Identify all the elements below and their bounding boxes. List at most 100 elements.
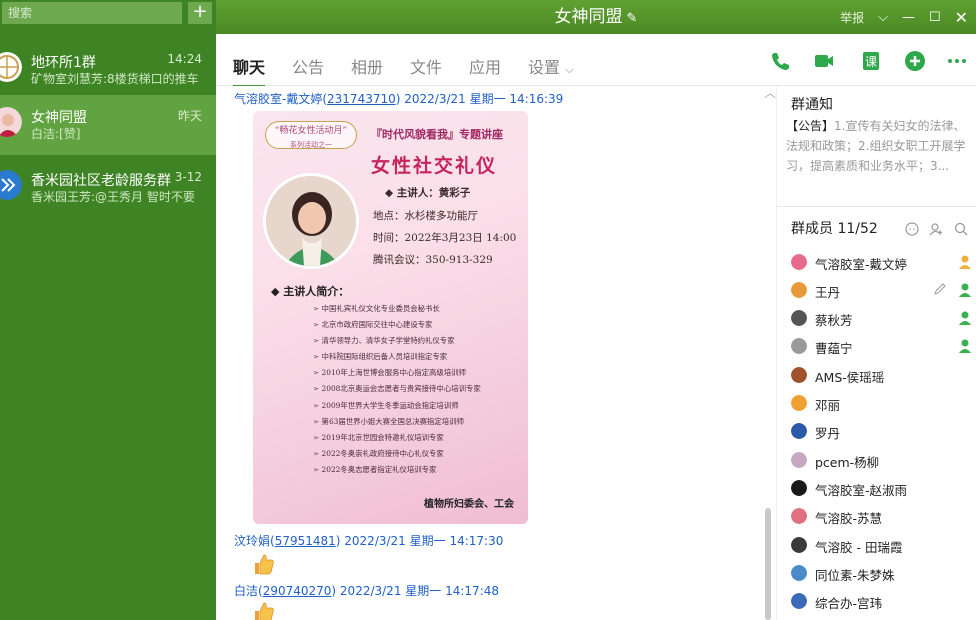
bio-item: 第63届世界小姐大赛全国总决赛指定培训师 — [313, 414, 481, 430]
avatar — [791, 395, 807, 411]
member-item[interactable]: 王丹 — [791, 278, 976, 302]
sender-uid-link[interactable]: 57951481 — [275, 534, 336, 548]
avatar — [791, 480, 807, 496]
conversation-time: 昨天 — [177, 109, 202, 123]
notice-label: 【公告】 — [786, 119, 835, 133]
avatar — [791, 367, 807, 383]
member-name: 气溶胶 - 田瑞霞 — [815, 540, 903, 555]
video-call-icon[interactable] — [813, 50, 835, 72]
title-bar: 女神同盟 ✎ 举报 ⌵ — ☐ ✕ — [216, 0, 976, 34]
member-item[interactable]: 气溶胶 - 田瑞霞 — [791, 533, 976, 557]
group-notice[interactable]: 【公告】1.宣传有关妇女的法律、法规和政策；2.组织女职工开展学习，提高素质和业… — [786, 116, 970, 176]
chat-scrollbar-thumb[interactable] — [765, 508, 771, 620]
message-header: 白洁(290740270) 2022/3/21 星期一 14:17:48 — [234, 584, 499, 598]
tab-announcement[interactable]: 公告 — [292, 54, 324, 78]
member-name: 罗丹 — [815, 426, 841, 441]
voice-call-icon[interactable] — [769, 50, 791, 72]
sender-name[interactable]: 气溶胶室-戴文婷 — [234, 92, 322, 106]
members-title: 群成员 11/52 — [791, 221, 878, 237]
group-owner-icon — [959, 255, 971, 269]
tab-files[interactable]: 文件 — [410, 54, 442, 78]
divider — [777, 206, 976, 207]
sender-name[interactable]: 汶玲娟 — [234, 534, 270, 548]
svg-text:课: 课 — [865, 55, 877, 69]
conversation-preview: 白洁:[赞] — [31, 127, 81, 141]
group-name: 女神同盟 — [554, 7, 623, 27]
chat-tabs: 聊天 公告 相册 文件 应用 设置 ⌵ 课 — [216, 34, 976, 87]
bio-item: 2009年世界大学生冬季运动会指定培训师 — [313, 398, 481, 414]
edit-title-icon[interactable]: ✎ — [627, 11, 638, 26]
bio-item: 清华领导力、清华女子学堂特约礼仪专家 — [313, 333, 481, 349]
conversation-time: 3-12 — [174, 170, 202, 184]
avatar — [0, 170, 22, 200]
message-time: 2022/3/21 星期一 14:17:48 — [339, 584, 499, 598]
tab-chat[interactable]: 聊天 — [233, 54, 266, 87]
poster-tag: “畅花女性活动月” 系列活动之一 — [265, 121, 357, 149]
message-time: 2022/3/21 星期一 14:17:30 — [344, 534, 504, 548]
bio-item: 中科院国际组织后备人员培训指定专家 — [313, 349, 481, 365]
member-item[interactable]: 罗丹 — [791, 419, 976, 443]
conversation-item-active[interactable]: 女神同盟 昨天 白洁:[赞] — [0, 95, 216, 155]
tab-settings[interactable]: 设置 ⌵ — [528, 54, 573, 78]
message-header: 汶玲娟(57951481) 2022/3/21 星期一 14:17:30 — [234, 534, 504, 548]
member-name: pcem-杨柳 — [815, 455, 880, 470]
tab-apps[interactable]: 应用 — [469, 54, 501, 78]
avatar — [791, 423, 807, 439]
class-icon[interactable]: 课 — [860, 50, 882, 72]
collapse-icon[interactable]: ︿ — [764, 84, 776, 101]
tab-album[interactable]: 相册 — [351, 54, 383, 78]
member-name: 气溶胶室-戴文婷 — [815, 257, 908, 272]
member-name: AMS-侯瑶瑶 — [815, 370, 885, 385]
add-member-icon[interactable] — [929, 222, 943, 236]
close-icon[interactable]: ✕ — [955, 8, 968, 27]
member-item[interactable]: 邓丽 — [791, 391, 976, 415]
bio-item: 2022冬奥崇礼政府接待中心礼仪专家 — [313, 446, 481, 462]
sender-uid-link[interactable]: 290740270 — [263, 584, 332, 598]
maximize-icon[interactable]: ☐ — [929, 10, 941, 25]
member-item[interactable]: 蔡秋芳 — [791, 306, 976, 330]
member-item[interactable]: 气溶胶室-赵淑雨 — [791, 476, 976, 500]
poster-place: 地点：水杉楼多功能厅 — [373, 210, 478, 222]
poster-date: 时间：2022年3月23日 14:00 — [373, 232, 517, 244]
search-icon[interactable] — [954, 222, 968, 236]
avatar — [0, 52, 22, 82]
sender-name[interactable]: 白洁 — [234, 584, 258, 598]
member-name: 蔡秋芳 — [815, 313, 853, 328]
edit-icon[interactable] — [933, 282, 947, 296]
avatar — [791, 310, 807, 326]
member-item[interactable]: AMS-侯瑶瑶 — [791, 363, 976, 387]
more-icon[interactable] — [946, 50, 968, 72]
conversation-item[interactable]: 香米园社区老龄服务群 3-12 香米园王芳:@王秀月 智时不要 — [0, 158, 216, 218]
window-controls: 举报 ⌵ — ☐ ✕ — [840, 0, 968, 34]
conversation-item[interactable]: 地环所1群 14:24 矿物室刘慧芳:8楼货梯口的推车 — [0, 40, 216, 100]
avatar — [0, 107, 22, 137]
search-input[interactable]: 搜索 — [2, 2, 182, 24]
add-icon[interactable]: + — [188, 2, 212, 24]
minimize-icon[interactable]: — — [902, 10, 915, 25]
admin-icon — [959, 283, 971, 297]
conversation-name: 香米园社区老龄服务群 — [31, 173, 171, 189]
member-item[interactable]: 同位素-朱梦姝 — [791, 561, 976, 585]
member-name: 曹蕴宁 — [815, 341, 853, 356]
member-item[interactable]: 气溶胶室-戴文婷 — [791, 250, 976, 274]
avatar — [791, 452, 807, 468]
chevron-down-icon[interactable]: ⌵ — [878, 10, 888, 25]
member-item[interactable]: 综合办-宫玮 — [791, 589, 976, 613]
poster-footer: 植物所妇委会、工会 — [424, 499, 514, 510]
bio-item: 2010年上海世博会服务中心指定高级培训师 — [313, 365, 481, 381]
admin-icon — [959, 339, 971, 353]
poster-image[interactable]: “畅花女性活动月” 系列活动之一 『时代风貌看我』专题讲座 女性社交礼仪 ◆ 主讲… — [253, 111, 528, 524]
avatar — [791, 593, 807, 609]
poster-title: 女性社交礼仪 — [371, 155, 498, 177]
member-item[interactable]: 气溶胶-苏慧 — [791, 504, 976, 528]
sender-uid-link[interactable]: 231743710 — [327, 92, 396, 106]
member-item[interactable]: 曹蕴宁 — [791, 334, 976, 358]
poster-bio-list: 中国礼宾礼仪文化专业委员会秘书长 北京市政府国际交往中心建设专家 清华领导力、清… — [313, 301, 481, 478]
bio-item: 2022冬奥志愿者指定礼仪培训专家 — [313, 462, 481, 478]
add-app-icon[interactable] — [904, 50, 926, 72]
member-item[interactable]: pcem-杨柳 — [791, 448, 976, 472]
member-chat-icon[interactable] — [905, 222, 919, 236]
report-button[interactable]: 举报 — [840, 9, 864, 26]
poster-series: 『时代风貌看我』专题讲座 — [371, 128, 503, 141]
conversation-sidebar: 搜索 + 地环所1群 14:24 矿物室刘慧芳:8楼货梯口的推车 女神同盟 昨天… — [0, 0, 216, 620]
